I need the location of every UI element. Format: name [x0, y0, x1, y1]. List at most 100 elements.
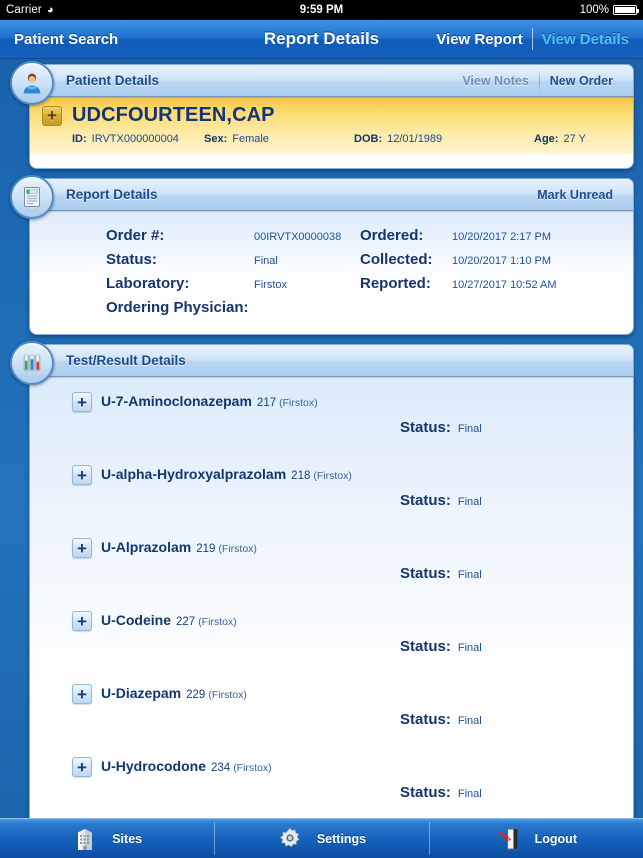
patient-field-age-label: Age: — [534, 133, 559, 145]
test-result-item: + U-Alprazolam 219 (Firstox) Status: Final — [30, 529, 633, 602]
test-status-label: Status: — [400, 492, 451, 509]
report-field-status-label: Status: — [106, 251, 157, 268]
plus-icon[interactable]: + — [42, 105, 62, 126]
report-right-column: Ordered: 10/20/2017 2:17 PM Collected: 10… — [360, 227, 633, 316]
test-result-item: + U-7-Aminoclonazepam 217 (Firstox) Status: F… — [30, 383, 633, 456]
test-status-row: Status: Final — [400, 777, 633, 821]
report-field-collected: Collected: 10/20/2017 1:10 PM — [360, 251, 633, 268]
test-lab: (Firstox) — [198, 616, 237, 628]
test-lab: (Firstox) — [313, 470, 352, 482]
exit-door-icon — [495, 826, 521, 852]
test-code: 227 — [176, 616, 196, 628]
test-result-item: + U-Diazepam 229 (Firstox) Status: Final — [30, 675, 633, 748]
report-field-order-number-label: Order #: — [106, 227, 165, 244]
report-field-ordering-physician-label: Ordering Physician: — [106, 299, 249, 316]
report-field-ordered-value: 10/20/2017 2:17 PM — [452, 231, 551, 243]
test-result-item: + U-Hydrocodone 234 (Firstox) Status: Final — [30, 748, 633, 821]
test-status-label: Status: — [400, 565, 451, 582]
patient-details-card: Patient Details View Notes New Order + U… — [9, 61, 634, 169]
patient-field-id-value: IRVTX000000004 — [91, 133, 179, 145]
plus-icon[interactable]: + — [72, 611, 92, 631]
test-status-label: Status: — [400, 784, 451, 801]
gear-icon — [277, 826, 303, 852]
patient-field-id-label: ID: — [72, 133, 87, 145]
status-bar-left: Carrier ◕ — [6, 4, 54, 16]
patient-meta-row: ID: IRVTX000000004 Sex: Female DOB: 12/0… — [30, 127, 633, 145]
report-field-ordering-physician: Ordering Physician: — [106, 299, 360, 316]
report-details-body: Order #: 00IRVTX0000038 Status: Final La… — [29, 210, 634, 335]
patient-field-dob-label: DOB: — [354, 133, 383, 145]
test-lab: (Firstox) — [208, 689, 247, 701]
tab-view-details[interactable]: View Details — [533, 31, 629, 48]
content-scroll-area[interactable]: Patient Details View Notes New Order + U… — [0, 59, 643, 858]
patient-details-header: Patient Details View Notes New Order — [10, 61, 634, 105]
test-status-value: Final — [457, 423, 482, 435]
test-result-row[interactable]: + U-7-Aminoclonazepam 217 (Firstox) — [30, 383, 633, 412]
patient-field-dob: DOB: 12/01/1989 — [354, 133, 534, 145]
test-result-row[interactable]: + U-Hydrocodone 234 (Firstox) — [30, 748, 633, 777]
report-field-reported-date: 10/27/2017 — [452, 279, 508, 291]
toolbar-item-logout[interactable]: Logout — [428, 819, 643, 858]
test-tubes-icon — [10, 341, 54, 385]
test-result-list: + U-7-Aminoclonazepam 217 (Firstox) Status: F… — [30, 377, 633, 858]
test-name: U-Codeine — [101, 612, 171, 628]
toolbar-item-sites[interactable]: Sites — [0, 819, 214, 858]
plus-icon[interactable]: + — [72, 684, 92, 704]
patient-field-age: Age: 27 Y — [534, 133, 586, 145]
patient-field-sex: Sex: Female — [204, 133, 354, 145]
mark-unread-button[interactable]: Mark Unread — [527, 188, 623, 202]
toolbar-item-sites-label: Sites — [112, 831, 143, 846]
patient-name: UDCFOURTEEN,CAP — [72, 104, 275, 126]
test-code: 219 — [196, 543, 216, 555]
report-field-reported-time: 10:52 AM — [510, 279, 557, 291]
test-name-group: U-Codeine 227 (Firstox) — [101, 612, 237, 630]
report-field-reported-label: Reported: — [360, 275, 431, 292]
nav-segmented-control: View Report View Details — [427, 28, 629, 50]
bottom-toolbar: Sites Settings Logout — [0, 818, 643, 858]
toolbar-item-settings-label: Settings — [316, 831, 367, 846]
view-notes-button[interactable]: View Notes — [452, 74, 538, 88]
status-bar-clock: 9:59 PM — [299, 4, 344, 16]
test-result-row[interactable]: + U-Codeine 227 (Firstox) — [30, 602, 633, 631]
test-status-row: Status: Final — [400, 412, 633, 456]
plus-icon[interactable]: + — [72, 757, 92, 777]
report-field-laboratory-label: Laboratory: — [106, 275, 190, 292]
toolbar-item-settings[interactable]: Settings — [214, 819, 428, 858]
report-document-icon — [10, 175, 54, 219]
test-result-row[interactable]: + U-alpha-Hydroxyalprazolam 218 (Firstox) — [30, 456, 633, 485]
test-status-label: Status: — [400, 711, 451, 728]
test-result-details-title: Test/Result Details — [66, 353, 186, 368]
person-icon — [10, 61, 54, 105]
patient-summary-strip[interactable]: + UDCFOURTEEN,CAP ID: IRVTX000000004 Sex… — [30, 97, 633, 154]
patient-name-row: + UDCFOURTEEN,CAP — [30, 104, 633, 127]
test-status-value: Final — [457, 642, 482, 654]
test-result-row[interactable]: + U-Alprazolam 219 (Firstox) — [30, 529, 633, 558]
battery-percent-label: 100% — [579, 4, 609, 16]
navigation-bar: Patient Search Report Details View Repor… — [0, 20, 643, 59]
test-status-value: Final — [457, 569, 482, 581]
patient-field-age-value: 27 Y — [563, 133, 586, 145]
new-order-button[interactable]: New Order — [540, 74, 623, 88]
test-code: 229 — [186, 689, 206, 701]
test-name-group: U-alpha-Hydroxyalprazolam 218 (Firstox) — [101, 466, 352, 484]
test-status-value: Final — [457, 715, 482, 727]
tab-view-report[interactable]: View Report — [427, 31, 531, 48]
report-field-ordered: Ordered: 10/20/2017 2:17 PM — [360, 227, 633, 244]
report-field-laboratory-value: Firstox — [254, 279, 287, 291]
report-field-collected-value: 10/20/2017 1:10 PM — [452, 255, 551, 267]
patient-field-id: ID: IRVTX000000004 — [44, 133, 204, 145]
plus-icon[interactable]: + — [72, 392, 92, 412]
test-result-row[interactable]: + U-Diazepam 229 (Firstox) — [30, 675, 633, 704]
plus-icon[interactable]: + — [72, 465, 92, 485]
report-field-collected-label: Collected: — [360, 251, 433, 268]
battery-full-icon — [613, 5, 639, 15]
test-lab: (Firstox) — [218, 543, 257, 555]
test-name: U-7-Aminoclonazepam — [101, 393, 252, 409]
test-name-group: U-Alprazolam 219 (Firstox) — [101, 539, 257, 557]
test-status-label: Status: — [400, 638, 451, 655]
back-button-patient-search[interactable]: Patient Search — [14, 31, 118, 48]
app-screen: Carrier ◕ 9:59 PM 100% Patient Search Re… — [0, 0, 643, 858]
plus-icon[interactable]: + — [72, 538, 92, 558]
building-icon — [72, 826, 98, 852]
test-name: U-alpha-Hydroxyalprazolam — [101, 466, 287, 482]
